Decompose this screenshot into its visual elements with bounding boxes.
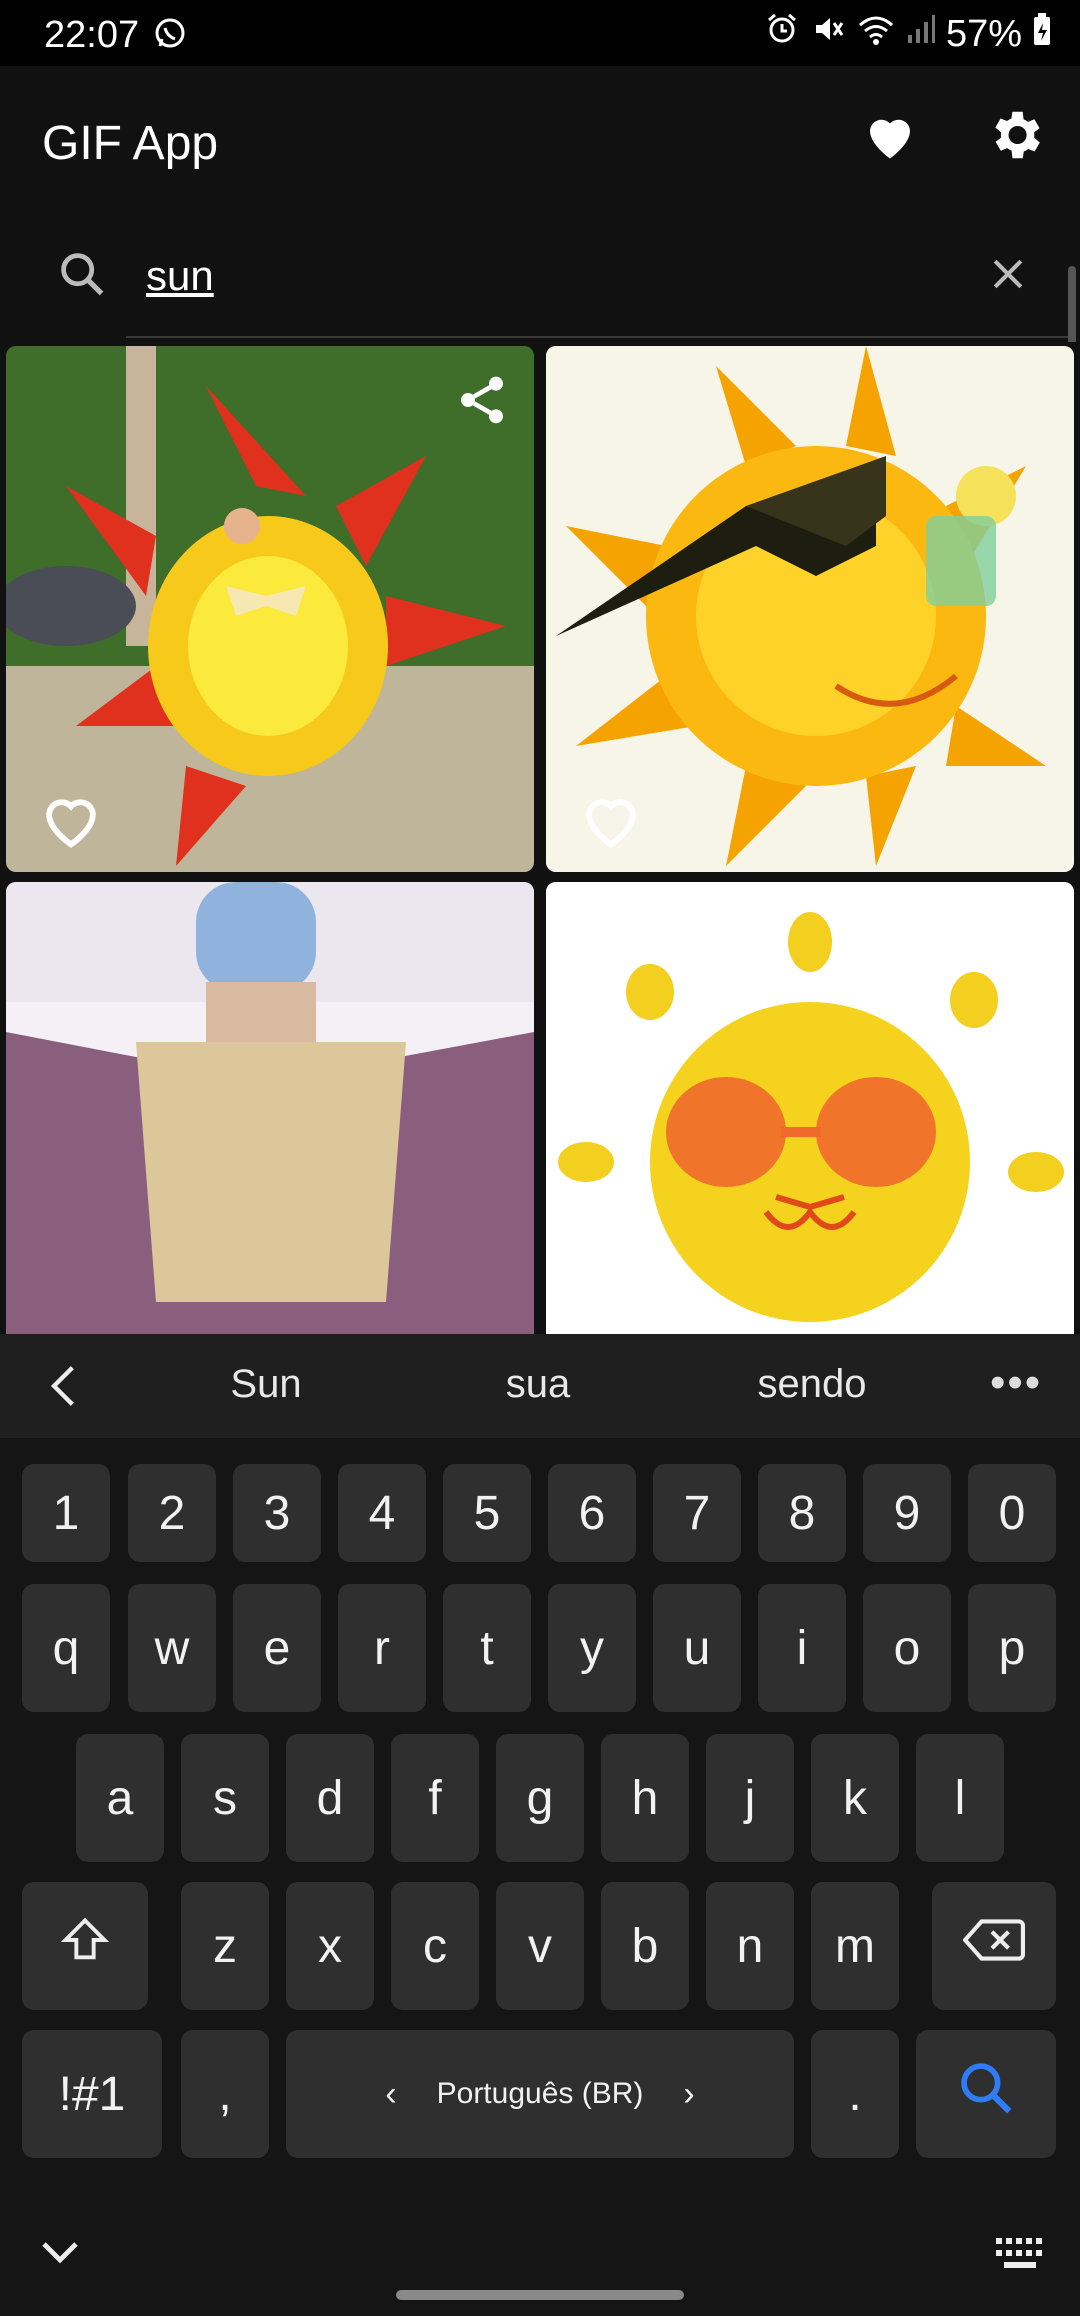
key[interactable]: p [968,1584,1056,1712]
period-key[interactable]: . [811,2030,899,2158]
key[interactable]: c [391,1882,479,2010]
key[interactable]: 7 [653,1464,741,1562]
more-suggestions-button[interactable]: ••• [990,1358,1042,1408]
suggestion-item[interactable]: sua [418,1362,658,1407]
key[interactable]: v [496,1882,584,2010]
chevron-left-icon[interactable] [44,1360,84,1417]
search-icon [955,2057,1017,2131]
battery-percent: 57% [945,12,1022,55]
clear-search-icon[interactable] [986,252,1030,301]
space-language-label: Português (BR) [436,2077,644,2110]
key[interactable]: b [601,1882,689,2010]
key[interactable]: w [128,1584,216,1712]
key[interactable]: s [181,1734,269,1862]
key[interactable]: 0 [968,1464,1056,1562]
key[interactable]: i [758,1584,846,1712]
suggestion-item[interactable]: Sun [146,1362,386,1407]
key[interactable]: 1 [22,1464,110,1562]
alarm-icon [764,11,800,57]
gif-grid [0,342,1080,1334]
key[interactable]: t [443,1584,531,1712]
key[interactable]: q [22,1584,110,1712]
suggestion-item[interactable]: sendo [692,1362,932,1407]
key[interactable]: u [653,1584,741,1712]
key[interactable]: a [76,1734,164,1862]
key[interactable]: r [338,1584,426,1712]
keyboard: Sun sua sendo ••• 1 2 3 4 5 6 7 8 9 0 q … [0,1334,1080,2316]
gif-image [546,882,1074,1334]
backspace-icon [962,1917,1025,1975]
key[interactable]: 8 [758,1464,846,1562]
share-icon[interactable] [454,372,510,433]
keyboard-icon[interactable] [994,2234,1050,2279]
search-icon [56,248,108,305]
key[interactable]: h [601,1734,689,1862]
language-prev-icon: ‹ [385,2074,397,2113]
key[interactable]: o [863,1584,951,1712]
shift-key[interactable] [22,1882,148,2010]
key[interactable]: x [286,1882,374,2010]
gif-tile[interactable] [546,882,1074,1334]
key[interactable]: 5 [443,1464,531,1562]
search-key[interactable] [916,2030,1056,2158]
favorite-heart-icon[interactable] [576,1322,646,1334]
status-bar: 22:07 57% [0,0,1080,66]
status-time: 22:07 [44,14,140,56]
battery-icon [1032,11,1052,57]
key[interactable]: 6 [548,1464,636,1562]
favorite-heart-icon[interactable] [36,1322,106,1334]
favorite-heart-icon[interactable] [576,786,646,861]
whatsapp-icon [152,16,188,57]
home-indicator[interactable] [396,2290,684,2300]
hide-keyboard-chevron-down-icon[interactable] [36,2228,84,2281]
key[interactable]: f [391,1734,479,1862]
key[interactable]: 4 [338,1464,426,1562]
key[interactable]: 9 [863,1464,951,1562]
key[interactable]: k [811,1734,899,1862]
gif-tile[interactable] [6,346,534,872]
app-title: GIF App [42,117,219,170]
key[interactable]: n [706,1882,794,2010]
favorites-heart-icon[interactable] [860,106,920,166]
key[interactable]: y [548,1584,636,1712]
key[interactable]: j [706,1734,794,1862]
wifi-icon [856,11,896,57]
search-underline [126,336,1068,338]
key[interactable]: 2 [128,1464,216,1562]
symbols-key[interactable]: !#1 [22,2030,162,2158]
key[interactable]: d [286,1734,374,1862]
app-bar: GIF App [0,66,1080,222]
key[interactable]: g [496,1734,584,1862]
key[interactable]: l [916,1734,1004,1862]
gif-tile[interactable] [546,346,1074,872]
backspace-key[interactable] [932,1882,1056,2010]
comma-key[interactable]: , [181,2030,269,2158]
gif-image [6,882,534,1334]
favorite-heart-icon[interactable] [36,786,106,861]
search-input[interactable]: sun [146,252,214,300]
search-bar: sun [0,222,1080,342]
mute-icon [810,11,846,57]
settings-gear-icon[interactable] [984,104,1048,168]
key[interactable]: e [233,1584,321,1712]
key[interactable]: 3 [233,1464,321,1562]
status-icons: 57% [764,12,1052,56]
signal-icon [906,11,936,57]
space-key[interactable]: ‹ Português (BR) › [286,2030,794,2158]
shift-icon [59,1914,111,1978]
gif-tile[interactable] [6,882,534,1334]
key[interactable]: m [811,1882,899,2010]
suggestion-bar: Sun sua sendo ••• [0,1334,1080,1438]
language-next-icon: › [683,2074,695,2113]
key[interactable]: z [181,1882,269,2010]
